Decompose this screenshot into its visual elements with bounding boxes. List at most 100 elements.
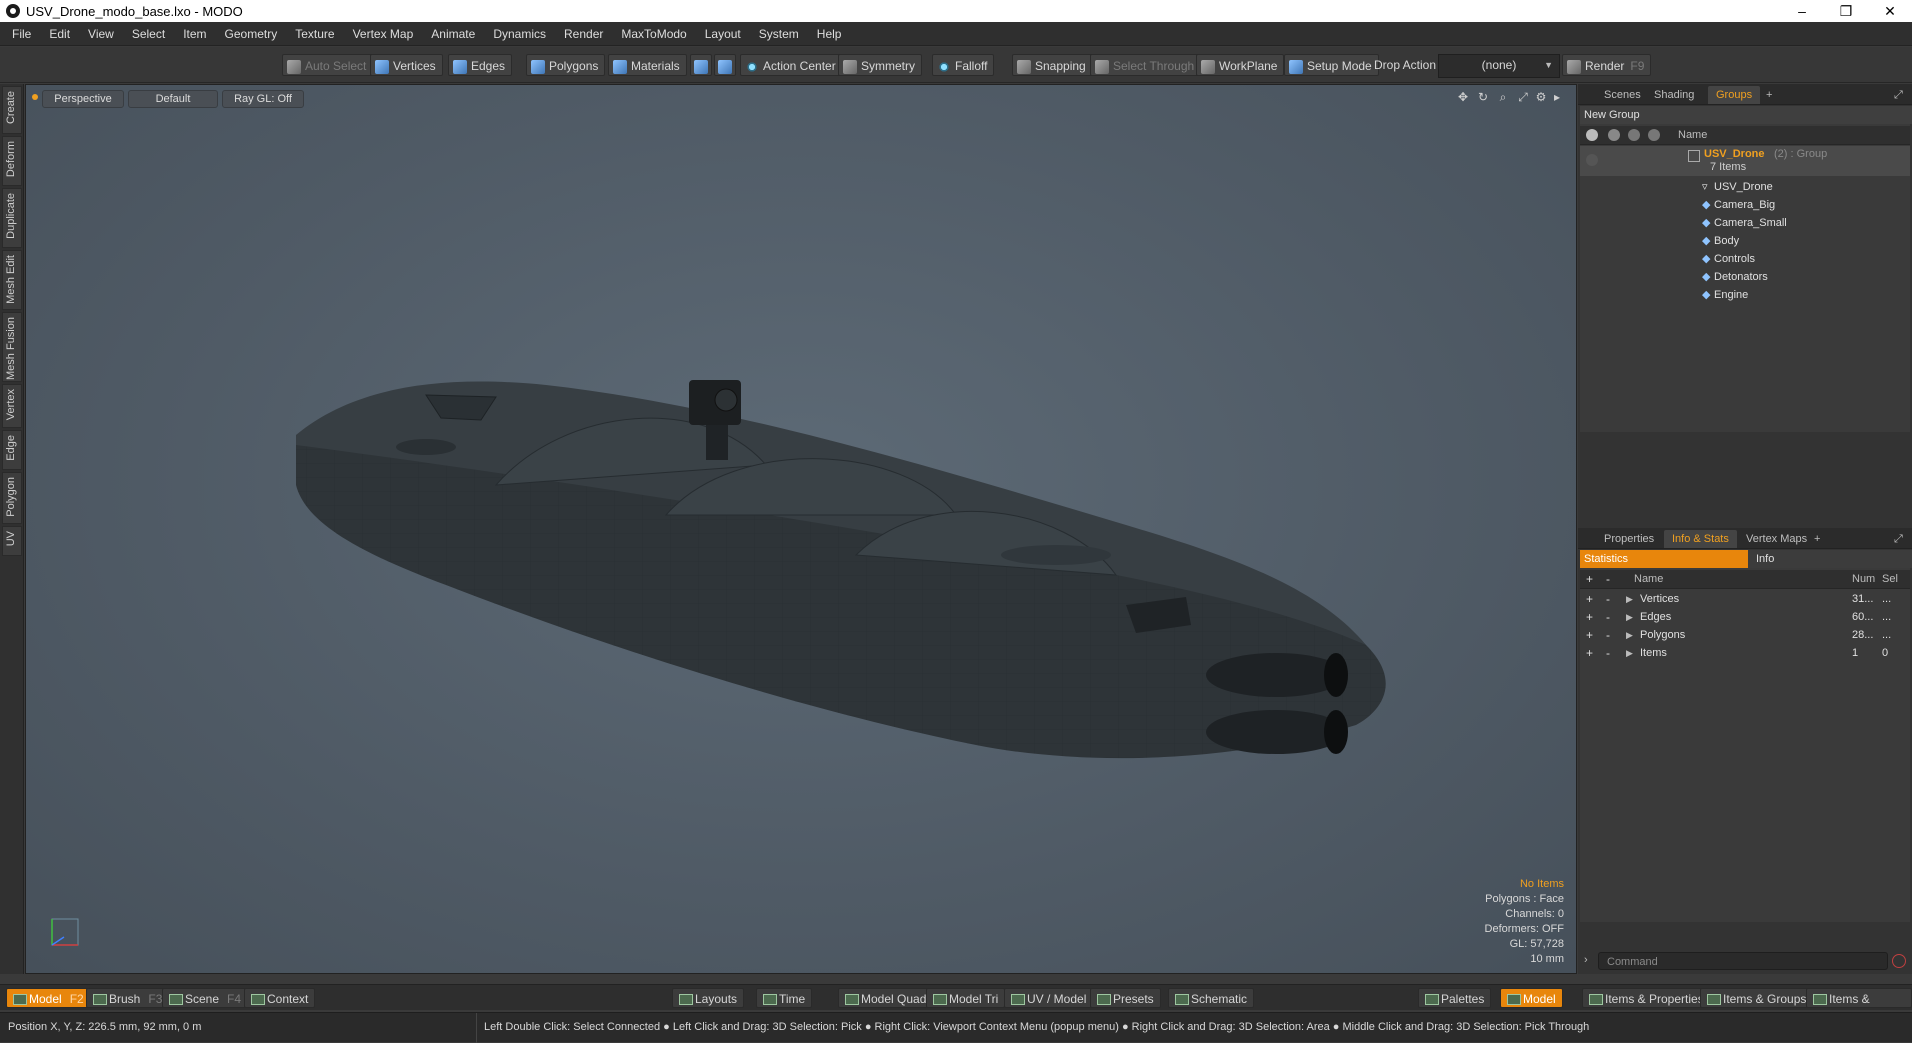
select-toggle-icon[interactable] xyxy=(1648,129,1660,141)
workplane-button[interactable]: WorkPlane xyxy=(1196,54,1285,76)
menu-help[interactable]: Help xyxy=(808,22,851,46)
list-item[interactable]: ◆ Controls xyxy=(1580,250,1910,268)
tab-time[interactable]: Time xyxy=(756,988,813,1008)
table-row[interactable]: + - ▶ Polygons 28... ... xyxy=(1580,626,1910,644)
chevron-right-icon[interactable]: ▶ xyxy=(1626,626,1633,644)
menu-vertex-map[interactable]: Vertex Map xyxy=(344,22,423,46)
tab-model-quad[interactable]: Model Quad xyxy=(838,988,934,1008)
tab-model[interactable]: Model F2 xyxy=(6,988,91,1008)
render-toggle-icon[interactable] xyxy=(1608,129,1620,141)
command-history-icon[interactable] xyxy=(1892,954,1906,968)
group-row-usv-drone[interactable]: USV_Drone (2) : Group 7 Items xyxy=(1580,146,1910,176)
menu-system[interactable]: System xyxy=(750,22,808,46)
chevron-right-icon[interactable]: ▶ xyxy=(1626,608,1633,626)
chevron-right-icon[interactable]: ▶ xyxy=(1626,590,1633,608)
list-item[interactable]: ◆ Camera_Big xyxy=(1580,196,1910,214)
tab-items-groups[interactable]: Items & Groups xyxy=(1700,988,1814,1008)
polygons-button[interactable]: Polygons xyxy=(526,54,606,76)
table-row[interactable]: + - ▶ Items 1 0 xyxy=(1580,644,1910,662)
render-button[interactable]: Render F9 xyxy=(1562,54,1652,76)
tab-edge[interactable]: Edge xyxy=(2,430,22,470)
menu-render[interactable]: Render xyxy=(555,22,612,46)
new-group-button[interactable]: New Group xyxy=(1580,106,1912,124)
list-item[interactable]: ◆ Camera_Small xyxy=(1580,214,1910,232)
tab-groups[interactable]: Groups xyxy=(1708,86,1761,104)
close-button[interactable]: ✕ xyxy=(1868,0,1912,22)
tab-vertex[interactable]: Vertex xyxy=(2,384,22,428)
menu-maxtomodo[interactable]: MaxToModo xyxy=(612,22,695,46)
falloff-button[interactable]: Falloff xyxy=(932,54,995,76)
table-row[interactable]: + - ▶ Edges 60... ... xyxy=(1580,608,1910,626)
select-remove-icon[interactable]: - xyxy=(1606,626,1610,644)
visibility-eye-icon[interactable] xyxy=(1586,129,1598,141)
usv-drone-model[interactable] xyxy=(26,85,1578,975)
list-item[interactable]: ◆ Detonators xyxy=(1580,268,1910,286)
tab-mesh-edit[interactable]: Mesh Edit xyxy=(2,250,22,310)
menu-view[interactable]: View xyxy=(79,22,123,46)
add-tab-button[interactable]: + xyxy=(1758,86,1780,104)
maximize-button[interactable]: ❐ xyxy=(1824,0,1868,22)
menu-geometry[interactable]: Geometry xyxy=(216,22,287,46)
menu-layout[interactable]: Layout xyxy=(696,22,750,46)
tab-items-properties[interactable]: Items & Properties xyxy=(1582,988,1711,1008)
list-item[interactable]: ◆ Engine xyxy=(1580,286,1910,304)
select-add-icon[interactable]: + xyxy=(1586,590,1593,608)
tab-vertex-maps[interactable]: Vertex Maps xyxy=(1738,530,1815,548)
expand-all-icon[interactable]: + xyxy=(1586,570,1593,588)
auto-select-button[interactable]: Auto Select xyxy=(282,54,374,76)
tab-mesh-fusion[interactable]: Mesh Fusion xyxy=(2,312,22,382)
select-add-icon[interactable]: + xyxy=(1586,608,1593,626)
3d-viewport[interactable]: Perspective Default Ray GL: Off ✥ ↻ ⌕ ⤢ … xyxy=(25,84,1577,974)
tab-shading[interactable]: Shading xyxy=(1646,86,1702,104)
menu-texture[interactable]: Texture xyxy=(286,22,343,46)
palettes-button[interactable]: Palettes xyxy=(1418,988,1492,1008)
tab-brush[interactable]: Brush F3 xyxy=(86,988,170,1008)
tab-items-shading[interactable]: Items & Shading xyxy=(1806,988,1912,1026)
command-input[interactable]: Command xyxy=(1598,952,1888,970)
tab-polygon[interactable]: Polygon xyxy=(2,472,22,524)
tab-info-stats[interactable]: Info & Stats xyxy=(1664,530,1737,548)
symmetry-button[interactable]: Symmetry xyxy=(838,54,922,76)
menu-item[interactable]: Item xyxy=(174,22,215,46)
menu-dynamics[interactable]: Dynamics xyxy=(484,22,555,46)
subtab-info[interactable]: Info xyxy=(1748,550,1912,568)
tab-deform[interactable]: Deform xyxy=(2,136,22,186)
tab-uv[interactable]: UV xyxy=(2,526,22,556)
list-item[interactable]: ▿ USV_Drone xyxy=(1580,178,1910,196)
menu-select[interactable]: Select xyxy=(123,22,174,46)
tab-scenes[interactable]: Scenes xyxy=(1596,86,1649,104)
chevron-right-icon[interactable]: ▶ xyxy=(1626,644,1633,662)
tab-presets[interactable]: Presets xyxy=(1090,988,1161,1008)
select-remove-icon[interactable]: - xyxy=(1606,644,1610,662)
table-row[interactable]: + - ▶ Vertices 31... ... xyxy=(1580,590,1910,608)
tab-schematic[interactable]: Schematic xyxy=(1168,988,1255,1008)
expand-panel-icon[interactable]: ⤢ xyxy=(1886,86,1911,104)
edges-button[interactable]: Edges xyxy=(448,54,513,76)
select-remove-icon[interactable]: - xyxy=(1606,590,1610,608)
select-add-icon[interactable]: + xyxy=(1586,644,1593,662)
select-through-button[interactable]: Select Through xyxy=(1090,54,1202,76)
menu-file[interactable]: File xyxy=(0,22,40,46)
select-add-icon[interactable]: + xyxy=(1586,626,1593,644)
tab-layouts[interactable]: Layouts xyxy=(672,988,745,1008)
materials-button[interactable]: Materials xyxy=(608,54,687,76)
select-mode-toggle-a[interactable] xyxy=(690,54,712,76)
select-remove-icon[interactable]: - xyxy=(1606,608,1610,626)
tab-model-right[interactable]: Model xyxy=(1500,988,1563,1008)
menu-animate[interactable]: Animate xyxy=(422,22,484,46)
vertices-button[interactable]: Vertices xyxy=(370,54,443,76)
add-info-tab-button[interactable]: + xyxy=(1806,530,1828,548)
lock-icon[interactable] xyxy=(1628,129,1640,141)
tab-create[interactable]: Create xyxy=(2,86,22,134)
tab-context[interactable]: Context xyxy=(244,988,316,1008)
tab-duplicate[interactable]: Duplicate xyxy=(2,188,22,248)
tab-properties[interactable]: Properties xyxy=(1596,530,1662,548)
action-center-button[interactable]: Action Center xyxy=(740,54,843,76)
minimize-button[interactable]: – xyxy=(1780,0,1824,22)
group-visibility-icon[interactable] xyxy=(1586,154,1598,166)
expand-info-panel-icon[interactable]: ⤢ xyxy=(1886,530,1911,548)
list-item[interactable]: ◆ Body xyxy=(1580,232,1910,250)
subtab-statistics[interactable]: Statistics xyxy=(1580,550,1750,568)
tab-model-tri[interactable]: Model Tri xyxy=(926,988,1006,1008)
select-mode-toggle-b[interactable] xyxy=(714,54,736,76)
